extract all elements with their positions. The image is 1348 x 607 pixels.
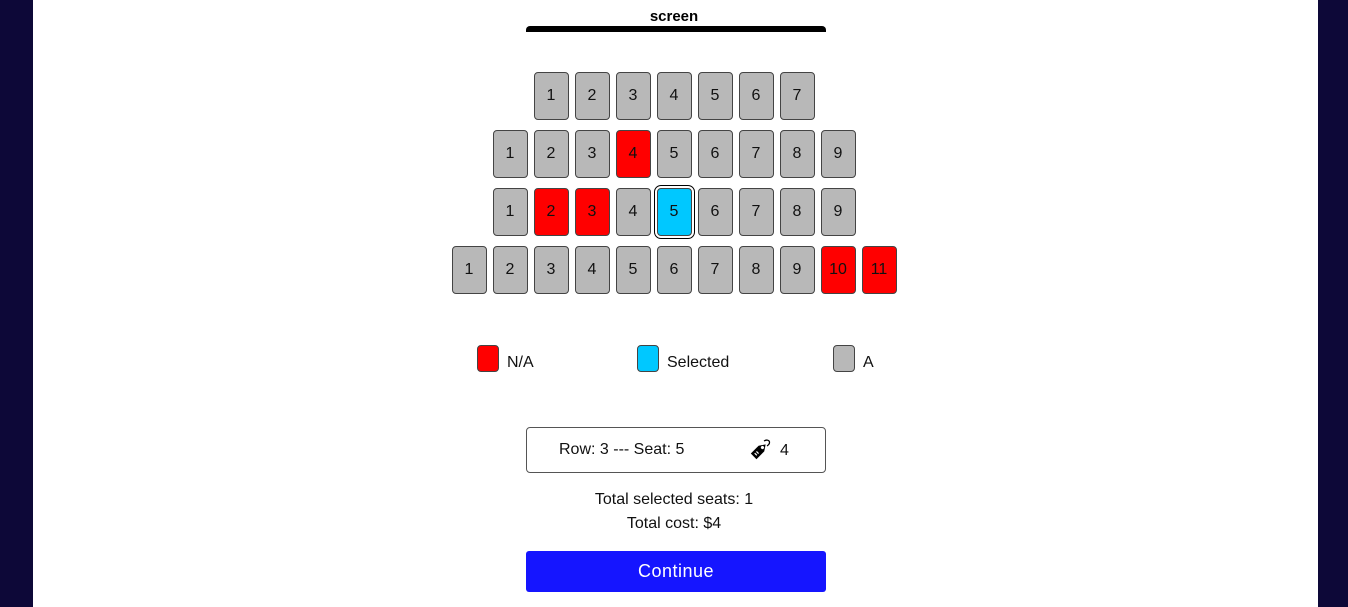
seat-button[interactable]: 7 — [738, 188, 774, 236]
seat-button[interactable]: 4 — [615, 188, 651, 236]
seat-button[interactable]: 7 — [779, 72, 815, 120]
seat-button[interactable]: 5 — [653, 185, 695, 239]
seat-button[interactable]: 9 — [820, 130, 856, 178]
seat-button[interactable]: 2 — [533, 130, 569, 178]
legend-selected-swatch — [637, 345, 659, 372]
screen-label: screen — [649, 8, 699, 25]
price-tag-icon — [747, 437, 773, 468]
seat-button[interactable]: 5 — [615, 246, 651, 294]
legend-selected-label: Selected — [667, 353, 730, 371]
seat-row-4: 1 2 3 4 5 6 7 8 9 10 11 — [0, 246, 1348, 294]
seat-button[interactable]: 8 — [738, 246, 774, 294]
seat-row-3: 123456789 — [0, 185, 1348, 239]
total-seats: Total selected seats: 1 — [594, 491, 754, 508]
seat-button: 4 — [615, 130, 651, 178]
selected-seat-info: Row: 3 --- Seat: 5 4 — [526, 427, 826, 473]
seat-button[interactable]: 6 — [656, 246, 692, 294]
seat-button[interactable]: 1 — [533, 72, 569, 120]
seat-button[interactable]: 3 — [615, 72, 651, 120]
selected-seat-label: Row: 3 --- Seat: 5 — [559, 441, 685, 458]
legend-available-swatch — [833, 345, 855, 372]
seat-button[interactable]: 6 — [738, 72, 774, 120]
seat-button[interactable]: 9 — [779, 246, 815, 294]
seat-button[interactable]: 4 — [656, 72, 692, 120]
seat-button[interactable]: 8 — [779, 130, 815, 178]
seat-button[interactable]: 6 — [697, 130, 733, 178]
screen-bar — [526, 26, 826, 32]
legend-selected: Selected — [637, 345, 729, 372]
seat-row-1: 1234567 — [0, 72, 1348, 120]
total-cost: Total cost: $4 — [626, 515, 722, 532]
seat-button[interactable]: 1 — [492, 130, 528, 178]
seat-button[interactable]: 6 — [697, 188, 733, 236]
legend-na-swatch — [477, 345, 499, 372]
seat-button[interactable]: 8 — [779, 188, 815, 236]
seat-button[interactable]: 3 — [574, 130, 610, 178]
legend-na-label: N/A — [507, 353, 534, 371]
legend-available-label: A — [863, 353, 874, 371]
legend-available: A — [833, 345, 874, 372]
seat-button: 10 — [820, 246, 856, 294]
legend-na: N/A — [477, 345, 534, 372]
seat-button[interactable]: 7 — [697, 246, 733, 294]
seat-button[interactable]: 4 — [574, 246, 610, 294]
continue-button[interactable]: Continue — [526, 551, 826, 592]
seat-row-2: 123456789 — [0, 130, 1348, 178]
seat-button: 11 — [861, 246, 897, 294]
seat-button: 2 — [533, 188, 569, 236]
seat-button[interactable]: 3 — [533, 246, 569, 294]
seat-button[interactable]: 7 — [738, 130, 774, 178]
seat-button[interactable]: 1 — [492, 188, 528, 236]
seat-button[interactable]: 5 — [697, 72, 733, 120]
seat-button[interactable]: 5 — [656, 130, 692, 178]
seat-button: 3 — [574, 188, 610, 236]
seat-button[interactable]: 2 — [574, 72, 610, 120]
seat-button[interactable]: 1 — [451, 246, 487, 294]
seat-price: 4 — [780, 442, 789, 459]
seat-button[interactable]: 9 — [820, 188, 856, 236]
seat-button[interactable]: 2 — [492, 246, 528, 294]
